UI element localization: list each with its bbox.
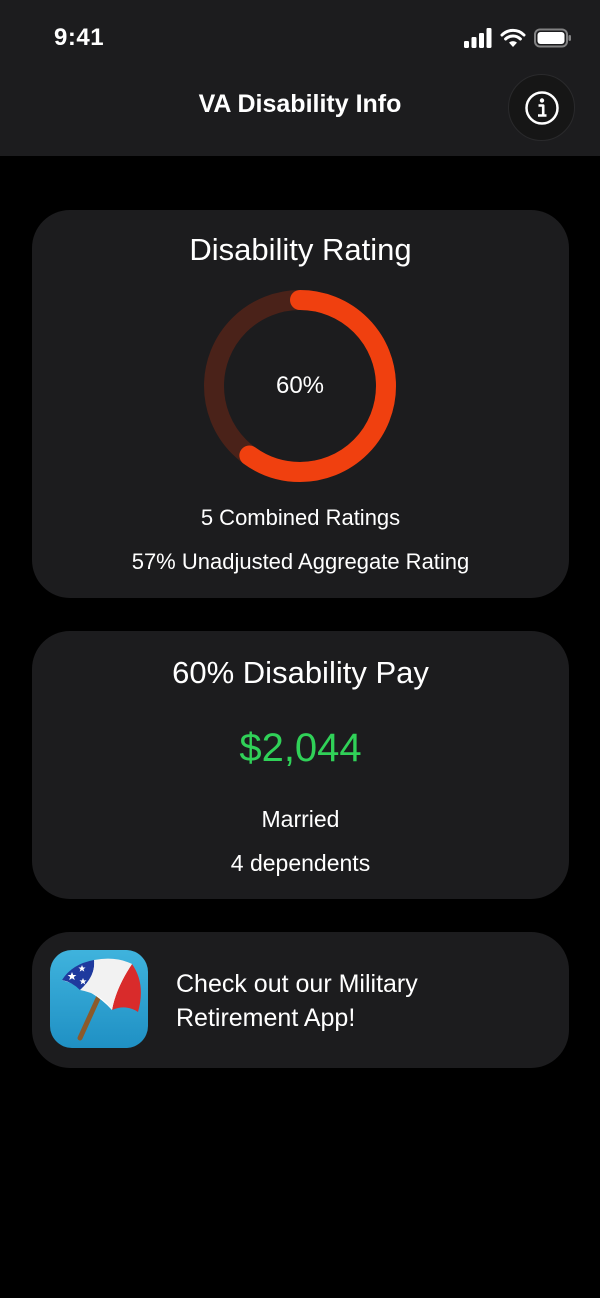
info-button[interactable]	[508, 74, 575, 141]
rating-card-title: Disability Rating	[189, 232, 412, 267]
pay-card-title: 60% Disability Pay	[172, 655, 429, 690]
disability-rating-card[interactable]: Disability Rating 60% 5 Combined Ratings…	[32, 210, 569, 598]
combined-ratings-text: 5 Combined Ratings	[200, 505, 401, 530]
military-retirement-promo-card[interactable]: Check out our Military Retirement App!	[32, 932, 569, 1068]
navigation-header: 9:41 VA Disability Info	[0, 0, 600, 156]
status-bar: 9:41	[0, 0, 600, 76]
unadjusted-aggregate-text: 57% Unadjusted Aggregate Rating	[131, 549, 470, 574]
rating-ring: 60%	[202, 288, 398, 484]
signal-icon	[464, 28, 492, 48]
battery-icon	[534, 28, 571, 48]
dependents-count: 4 dependents	[230, 850, 371, 876]
umbrella-app-icon	[50, 950, 148, 1048]
info-icon	[524, 90, 559, 125]
rating-percentage: 60%	[275, 372, 325, 399]
wifi-icon	[500, 28, 526, 47]
marital-status: Married	[261, 806, 340, 832]
status-icons	[464, 26, 572, 50]
promo-text: Check out our Military Retirement App!	[176, 970, 418, 1032]
pay-amount: $2,044	[239, 726, 362, 770]
status-time: 9:41	[54, 24, 105, 51]
disability-pay-card[interactable]: 60% Disability Pay $2,044 Married 4 depe…	[32, 631, 569, 899]
